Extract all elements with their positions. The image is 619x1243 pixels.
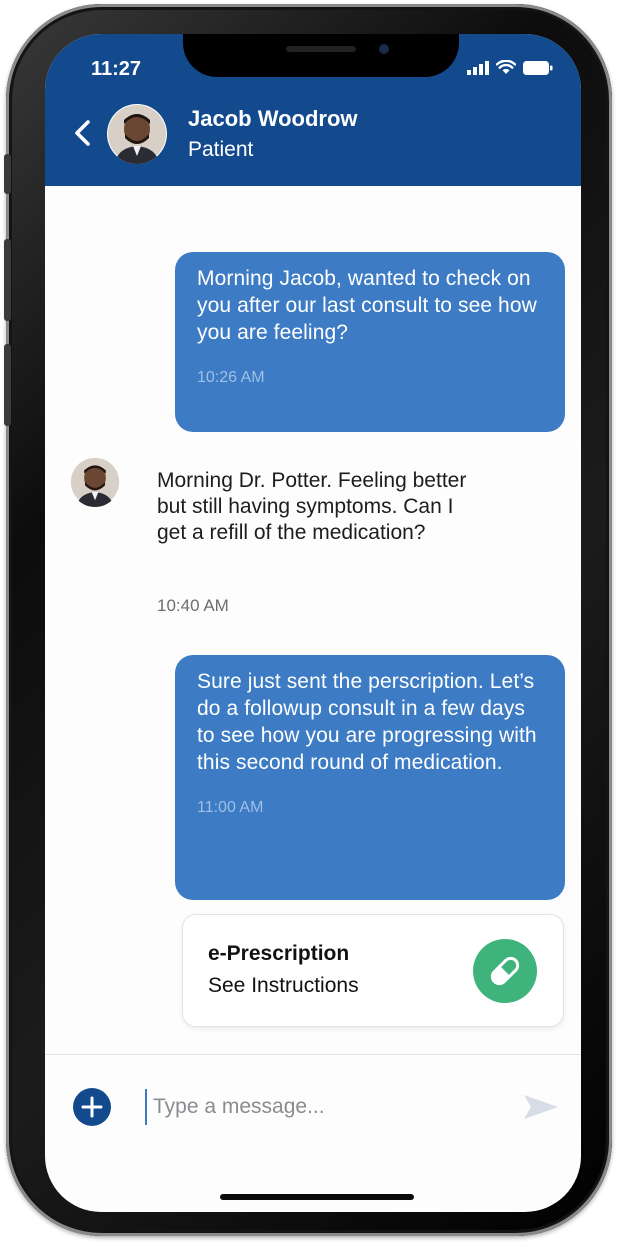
front-camera	[379, 44, 389, 54]
send-icon[interactable]	[522, 1092, 560, 1122]
device-mockup: 11:27 Jacob Woodrow Patient Morning Jaco…	[0, 0, 619, 1243]
pill-icon-button[interactable]	[473, 939, 537, 1003]
status-time: 11:27	[91, 58, 142, 80]
notch	[183, 34, 459, 77]
status-icons	[467, 60, 553, 75]
message-text: Sure just sent the perscription. Let’s d…	[197, 670, 537, 774]
sender-avatar	[70, 457, 120, 507]
incoming-message-text[interactable]: Morning Dr. Potter. Feeling better but s…	[157, 468, 477, 546]
back-chevron-icon[interactable]	[69, 118, 99, 148]
app-screen: 11:27 Jacob Woodrow Patient Morning Jaco…	[45, 34, 581, 1212]
composer-divider	[45, 1054, 581, 1055]
see-instructions-link[interactable]: See Instructions	[208, 974, 359, 998]
volume-up-button	[4, 239, 11, 321]
add-attachment-button[interactable]	[73, 1088, 111, 1126]
outgoing-message[interactable]: Morning Jacob, wanted to check on you af…	[175, 252, 565, 432]
avatar-photo	[70, 457, 120, 507]
wifi-icon	[496, 60, 516, 74]
pill-icon	[490, 956, 520, 986]
chat-header: 11:27 Jacob Woodrow Patient	[45, 34, 581, 186]
volume-down-button	[4, 344, 11, 426]
avatar-photo	[108, 105, 166, 164]
contact-name: Jacob Woodrow	[188, 106, 358, 131]
contact-role: Patient	[188, 138, 254, 161]
e-prescription-card[interactable]: e-Prescription See Instructions	[182, 914, 564, 1027]
signal-icon	[467, 60, 489, 75]
incoming-message-timestamp: 10:40 AM	[157, 596, 229, 615]
mute-switch	[4, 154, 11, 194]
outgoing-message[interactable]: Sure just sent the perscription. Let’s d…	[175, 655, 565, 900]
contact-avatar[interactable]	[107, 104, 167, 164]
speaker-grille	[286, 46, 356, 52]
message-input[interactable]	[145, 1089, 513, 1125]
home-indicator[interactable]	[220, 1194, 414, 1200]
message-timestamp: 11:00 AM	[197, 799, 264, 816]
battery-icon	[523, 60, 553, 75]
message-text: Morning Jacob, wanted to check on you af…	[197, 267, 537, 344]
plus-icon	[81, 1096, 103, 1118]
e-prescription-title: e-Prescription	[208, 942, 350, 965]
message-timestamp: 10:26 AM	[197, 369, 265, 386]
